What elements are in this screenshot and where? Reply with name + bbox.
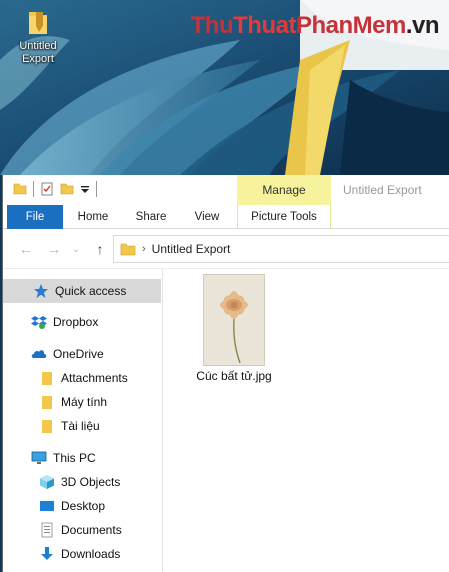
folder-icon [39, 370, 55, 386]
navigation-pane: Quick access Dropbox OneDrive Attachment… [3, 269, 163, 572]
download-arrow-icon [39, 546, 55, 562]
watermark-part4: .vn [405, 12, 440, 39]
sidebar-item-label: This PC [53, 451, 96, 465]
folder-icon [39, 394, 55, 410]
watermark-part2: Thuat [233, 12, 296, 39]
sidebar-item-label: 3D Objects [61, 475, 121, 489]
folder-icon [120, 243, 136, 256]
file-explorer-window: Manage Untitled Export File Home Share V… [2, 175, 449, 572]
quick-access-toolbar [13, 181, 97, 197]
sidebar-item-attachments[interactable]: Attachments [39, 366, 128, 390]
toolbar-separator [96, 181, 97, 197]
forward-arrow-icon: → [47, 241, 61, 257]
title-bar: Manage Untitled Export [3, 175, 449, 205]
sidebar-item-label: Dropbox [53, 315, 99, 329]
dropdown-arrow-icon[interactable] [80, 182, 90, 196]
watermark-part3: PhanMem [295, 12, 406, 39]
sidebar-item-label: Tài liệu [61, 419, 100, 433]
sidebar-item-label: OneDrive [53, 347, 104, 361]
chevron-right-icon[interactable]: › [142, 243, 146, 255]
sidebar-item-this-pc[interactable]: This PC [31, 446, 96, 470]
tab-home[interactable]: Home [67, 205, 119, 229]
sidebar-item-label: Desktop [61, 499, 106, 513]
new-folder-icon[interactable] [60, 182, 74, 196]
sidebar-item-label: Documents [61, 523, 122, 537]
sidebar-item-label: Attachments [61, 371, 128, 385]
monitor-icon [31, 450, 47, 466]
folder-icon [39, 418, 55, 434]
sidebar-item-documents[interactable]: Documents [39, 518, 122, 542]
sidebar-item-desktop[interactable]: Desktop [39, 494, 105, 518]
tab-view[interactable]: View [181, 205, 233, 229]
sidebar-item-tai-lieu[interactable]: Tài liệu [39, 414, 100, 438]
tab-share[interactable]: Share [125, 205, 177, 229]
file-item[interactable]: Cúc bất tử.jpg [192, 275, 276, 383]
desktop-wallpaper: Untitled Export ThuThuatPhanMem.vn [0, 0, 449, 175]
tab-file[interactable]: File [7, 205, 63, 229]
watermark-part1: Thu [190, 12, 234, 39]
desktop-icon [39, 498, 55, 514]
back-button[interactable]: ← [17, 240, 35, 258]
tab-picture-tools[interactable]: Picture Tools [237, 205, 331, 229]
sidebar-item-label: Máy tính [61, 395, 108, 409]
explorer-content: Quick access Dropbox OneDrive Attachment… [3, 269, 449, 572]
forward-button[interactable]: → [45, 240, 63, 258]
address-path-box[interactable]: › Untitled Export [113, 235, 449, 263]
watermark: ThuThuatPhanMem.vn [190, 12, 440, 40]
file-name: Cúc bất tử.jpg [196, 369, 272, 383]
chevron-down-icon: ⌄ [72, 243, 80, 254]
folder-icon [29, 12, 47, 34]
sidebar-item-quick-access[interactable]: Quick access [3, 279, 161, 303]
back-arrow-icon: ← [19, 241, 33, 257]
sidebar-item-dropbox[interactable]: Dropbox [31, 310, 98, 334]
desktop-icon-untitled-export[interactable]: Untitled Export [10, 6, 66, 66]
tab-manage[interactable]: Manage [237, 175, 331, 205]
folder-icon[interactable] [13, 182, 27, 196]
desktop-icon-label: Untitled Export [19, 40, 57, 65]
document-icon [39, 522, 55, 538]
up-arrow-icon: ↑ [96, 241, 104, 257]
sidebar-item-may-tinh[interactable]: Máy tính [39, 390, 107, 414]
window-title: Untitled Export [343, 183, 422, 197]
cube-icon [39, 474, 55, 490]
address-bar: ← → ⌄ ↑ › Untitled Export [3, 229, 449, 269]
cloud-icon [31, 346, 47, 362]
star-icon [33, 283, 49, 299]
recent-locations-button[interactable]: ⌄ [67, 240, 85, 258]
breadcrumb[interactable]: Untitled Export [152, 242, 231, 256]
image-thumbnail [204, 275, 264, 365]
sidebar-item-onedrive[interactable]: OneDrive [31, 342, 104, 366]
sidebar-item-downloads[interactable]: Downloads [39, 542, 120, 566]
properties-icon[interactable] [40, 182, 54, 196]
toolbar-separator [33, 181, 34, 197]
file-list-pane: Cúc bất tử.jpg [164, 269, 449, 572]
sidebar-item-label: Downloads [61, 547, 121, 561]
sidebar-item-3d-objects[interactable]: 3D Objects [39, 470, 120, 494]
dropbox-icon [31, 314, 47, 330]
sidebar-item-label: Quick access [55, 284, 127, 298]
up-button[interactable]: ↑ [91, 240, 109, 258]
ribbon-tabs: File Home Share View Picture Tools [3, 205, 449, 229]
